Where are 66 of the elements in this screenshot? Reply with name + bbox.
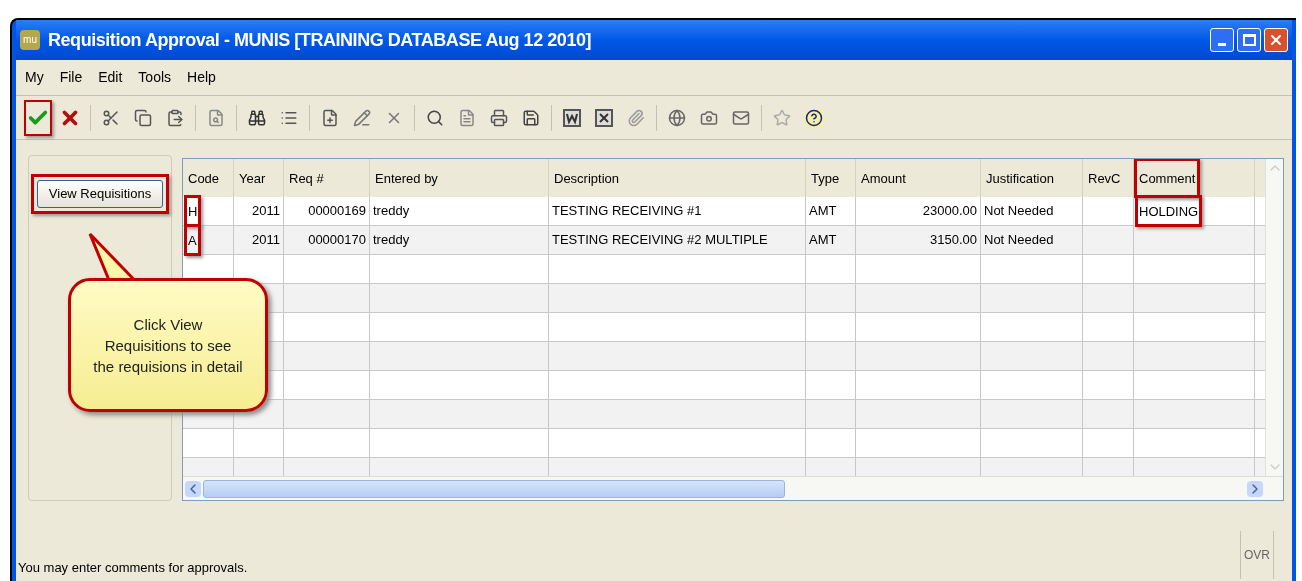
table-cell-text: Not Needed	[983, 202, 1055, 221]
clipboard-icon	[166, 108, 184, 127]
minimize-button[interactable]	[1210, 28, 1234, 52]
scrollbar-thumb[interactable]	[203, 479, 785, 498]
column-header[interactable]: Req #	[289, 171, 324, 186]
column-header[interactable]: RevC	[1088, 171, 1121, 186]
toolbar-button[interactable]	[24, 99, 52, 136]
table-cell: HOLDING	[1139, 204, 1199, 219]
globe-icon	[668, 108, 686, 127]
column-header[interactable]: Year	[239, 171, 266, 186]
document-icon	[458, 108, 476, 127]
pencil-icon	[353, 108, 371, 127]
envelope-icon	[732, 108, 750, 127]
table-cell-text: 00000170	[307, 231, 367, 250]
printer-icon	[490, 108, 508, 127]
magnifier-icon	[426, 108, 444, 127]
scroll-left-icon	[185, 480, 201, 497]
table-cell-text: 23000.00	[921, 202, 978, 221]
binoculars-icon	[248, 108, 266, 127]
view-requisitions-button[interactable]: View Requisitions	[37, 180, 163, 208]
callout-text: Click View Requisitions to see the requisions in detail	[93, 314, 243, 377]
star-icon	[773, 108, 791, 127]
table-cell-text: 2011	[251, 231, 281, 250]
table-cell-text: 00000169	[307, 202, 367, 221]
column-header[interactable]: Code	[188, 171, 220, 186]
menu-item[interactable]: My	[18, 67, 51, 88]
menu-item[interactable]: File	[52, 67, 90, 88]
table-cell-text: AMT	[808, 231, 838, 250]
column-header[interactable]: Entered by	[375, 171, 438, 186]
overwrite-indicator: OVR	[1240, 531, 1274, 579]
menu-item[interactable]: Tools	[131, 67, 179, 88]
paperclip-icon	[627, 108, 645, 127]
table-cell-text: Not Needed	[983, 231, 1055, 250]
table-cell-text: 3150.00	[929, 231, 978, 250]
camera-icon	[700, 108, 718, 127]
table-cell-text: AMT	[808, 202, 838, 221]
document-search-icon	[207, 108, 225, 127]
close-icon	[1268, 32, 1284, 48]
menu-item[interactable]: Help	[180, 67, 223, 88]
maximize-button[interactable]	[1237, 28, 1261, 52]
window-title: Requisition Approval - MUNIS [TRAINING DATABASE Aug 12 2010]	[48, 28, 592, 52]
close-button[interactable]	[1264, 28, 1288, 52]
menu-item[interactable]: Edit	[91, 67, 130, 88]
column-header[interactable]: Amount	[861, 171, 906, 186]
table-cell-text: treddy	[372, 231, 411, 250]
column-header[interactable]: Description	[554, 171, 620, 186]
spreadsheet-icon	[595, 108, 613, 127]
column-header[interactable]: Justification	[986, 171, 1054, 186]
horizontal-scrollbar[interactable]	[183, 476, 1283, 500]
add-document-icon	[321, 108, 339, 127]
app-logo: mu	[20, 30, 40, 50]
table-cell: A	[188, 233, 197, 248]
column-header[interactable]: Type	[811, 171, 840, 186]
scroll-right-icon	[1247, 480, 1263, 497]
status-message: You may enter comments for approvals.	[18, 558, 248, 577]
table-cell-text: TESTING RECEIVING #1	[551, 202, 703, 221]
table-cell-text: treddy	[372, 202, 411, 221]
help-icon	[805, 108, 823, 127]
vertical-scrollbar[interactable]	[1265, 159, 1283, 476]
table-cell-text: 2011	[251, 202, 281, 221]
scissors-icon	[102, 108, 120, 127]
copy-icon	[134, 108, 152, 127]
document-w-icon	[563, 108, 581, 127]
table-cell: H	[188, 204, 198, 219]
column-header[interactable]: Comment	[1139, 171, 1196, 186]
table-cell-text: TESTING RECEIVING #2 MULTIPLE	[551, 231, 769, 250]
